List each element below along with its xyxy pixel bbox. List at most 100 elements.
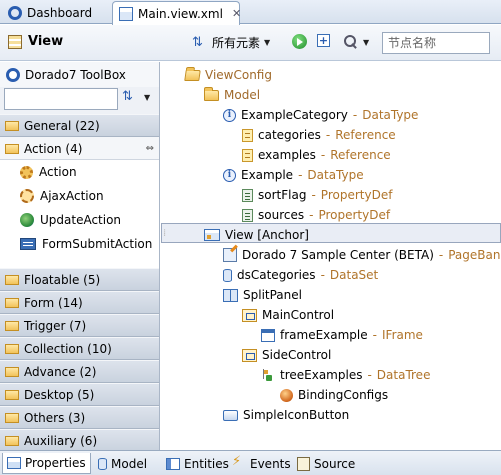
toolbox-item-action[interactable]: Action xyxy=(0,160,159,184)
pagebanner-icon xyxy=(223,248,237,262)
tree-node-name: sources xyxy=(258,208,305,222)
category-collection[interactable]: Collection (10) xyxy=(0,337,159,360)
tree-node[interactable]: frameExample - IFrame xyxy=(261,325,423,345)
tree-node-name: ViewConfig xyxy=(205,68,272,82)
close-icon[interactable]: ✕ xyxy=(232,7,241,20)
search-dropdown-button[interactable]: ▼ xyxy=(343,34,369,50)
bottom-tab-bar: Properties Model Entities Events Source xyxy=(0,450,501,475)
toolbox-filter-tools[interactable]: ⇅ ▼ xyxy=(122,90,150,104)
search-icon xyxy=(343,34,359,50)
tree-node-separator: - xyxy=(311,188,316,202)
tab-label: Main.view.xml xyxy=(138,6,223,21)
tree-node-name: dsCategories xyxy=(237,268,316,282)
toolbox-spacer xyxy=(0,256,159,268)
tree-node[interactable]: examples - Reference xyxy=(242,145,391,165)
tree-node-name: Dorado 7 Sample Center (BETA) xyxy=(242,248,434,262)
category-advance[interactable]: Advance (2) xyxy=(0,360,159,383)
tab-model[interactable]: Model xyxy=(94,453,151,474)
view-outline-tree: ⁞ ViewConfig Model i ExampleCategory - DataTy… xyxy=(161,62,501,450)
tree-node[interactable]: SimpleIconButton xyxy=(223,405,349,425)
datatype-icon: i xyxy=(223,168,236,182)
toolbox-item-label: UpdateAction xyxy=(40,213,122,227)
tree-node[interactable]: Model xyxy=(204,85,260,105)
gear-icon xyxy=(20,165,33,179)
tree-node-name: ExampleCategory xyxy=(241,108,348,122)
tab-source[interactable]: Source xyxy=(293,453,359,474)
tree-node[interactable]: MainControl xyxy=(242,305,334,325)
dorado-logo-icon xyxy=(6,67,20,82)
chevron-down-icon: ▼ xyxy=(363,37,370,47)
tree-node[interactable]: BindingConfigs xyxy=(280,385,388,405)
node-name-search-input[interactable] xyxy=(382,32,490,54)
toolbox-item-ajaxaction[interactable]: AjaxAction xyxy=(0,184,159,208)
ajax-icon xyxy=(20,189,34,203)
view-title-text: View xyxy=(28,34,64,49)
category-label: Floatable (5) xyxy=(24,272,101,287)
dashboard-icon xyxy=(8,5,22,20)
editor-tab-strip: Dashboard Main.view.xml ✕ xyxy=(0,0,501,25)
collapse-icon[interactable]: ⇔ xyxy=(146,143,154,154)
category-label: Form (14) xyxy=(24,295,83,310)
folder-icon xyxy=(5,274,19,285)
category-form[interactable]: Form (14) xyxy=(0,291,159,314)
toolbox-filter-input[interactable] xyxy=(4,88,118,110)
tree-node-name: View [Anchor] xyxy=(225,228,309,242)
tree-node-type: DataType xyxy=(362,108,419,122)
events-icon xyxy=(232,454,246,471)
element-filter-dropdown[interactable]: ⇅ 所有元素 ▼ xyxy=(192,34,270,51)
tree-node-name: Example xyxy=(241,168,294,182)
sort-icon[interactable]: ⇅ xyxy=(122,90,138,104)
tab-events[interactable]: Events xyxy=(228,453,295,474)
chevron-down-icon[interactable]: ▼ xyxy=(144,93,150,102)
form-icon xyxy=(20,238,36,250)
tab-properties[interactable]: Properties xyxy=(2,453,91,474)
add-button[interactable]: + xyxy=(317,34,330,47)
folder-icon xyxy=(5,320,19,331)
tree-node-name: examples xyxy=(258,148,316,162)
toolbox-item-updateaction[interactable]: UpdateAction xyxy=(0,208,159,232)
category-floatable[interactable]: Floatable (5) xyxy=(0,268,159,291)
iframe-icon xyxy=(261,328,275,342)
datatype-icon: i xyxy=(223,108,236,122)
toolbox-categories: General (22) Action (4) ⇔ Action AjaxAct… xyxy=(0,114,159,452)
tree-node[interactable]: dsCategories - DataSet xyxy=(223,265,378,285)
category-others[interactable]: Others (3) xyxy=(0,406,159,429)
tree-node-name: categories xyxy=(258,128,321,142)
toolbox-item-formsubmitaction[interactable]: FormSubmitAction xyxy=(0,232,159,256)
tree-node[interactable]: i Example - DataType xyxy=(223,165,364,185)
toolbox-panel: Dorado7 ToolBox ⇅ ▼ General (22) Action … xyxy=(0,62,160,452)
tab-label: Model xyxy=(111,456,148,471)
tab-main-view-xml[interactable]: Main.view.xml ✕ xyxy=(112,1,241,25)
tree-node-name: sortFlag xyxy=(258,188,307,202)
tab-label: Source xyxy=(314,456,356,471)
category-auxiliary[interactable]: Auxiliary (6) xyxy=(0,429,159,452)
dataset-icon xyxy=(223,268,232,282)
tree-node[interactable]: treeExamples - DataTree xyxy=(261,365,430,385)
entities-icon xyxy=(166,457,180,470)
tree-node[interactable]: Dorado 7 Sample Center (BETA)-PageBanner xyxy=(223,245,501,265)
tab-entities[interactable]: Entities xyxy=(162,453,233,474)
tree-node-separator: - xyxy=(372,328,377,342)
tab-label: Dashboard xyxy=(27,5,93,20)
tree-node[interactable]: ViewConfig xyxy=(184,65,272,85)
tab-dashboard[interactable]: Dashboard xyxy=(2,1,110,24)
folder-open-icon xyxy=(184,69,201,81)
tree-node[interactable]: View [Anchor] xyxy=(204,225,309,245)
run-button[interactable] xyxy=(292,34,307,49)
category-action[interactable]: Action (4) ⇔ xyxy=(0,137,159,160)
tree-node[interactable]: sources - PropertyDef xyxy=(242,205,390,225)
category-desktop[interactable]: Desktop (5) xyxy=(0,383,159,406)
toolbox-item-label: FormSubmitAction xyxy=(42,237,153,251)
toolbox-header: Dorado7 ToolBox xyxy=(0,62,159,87)
tree-node[interactable]: categories - Reference xyxy=(242,125,396,145)
folder-icon xyxy=(5,366,19,377)
view-toolbar: View ⇅ 所有元素 ▼ + ▼ xyxy=(0,25,501,61)
view-icon xyxy=(8,34,22,49)
category-general[interactable]: General (22) xyxy=(0,114,159,137)
tree-node[interactable]: sortFlag - PropertyDef xyxy=(242,185,392,205)
tree-node[interactable]: i ExampleCategory - DataType xyxy=(223,105,418,125)
tree-node[interactable]: SideControl xyxy=(242,345,331,365)
tree-node[interactable]: SplitPanel xyxy=(223,285,302,305)
folder-icon xyxy=(5,297,19,308)
category-trigger[interactable]: Trigger (7) xyxy=(0,314,159,337)
